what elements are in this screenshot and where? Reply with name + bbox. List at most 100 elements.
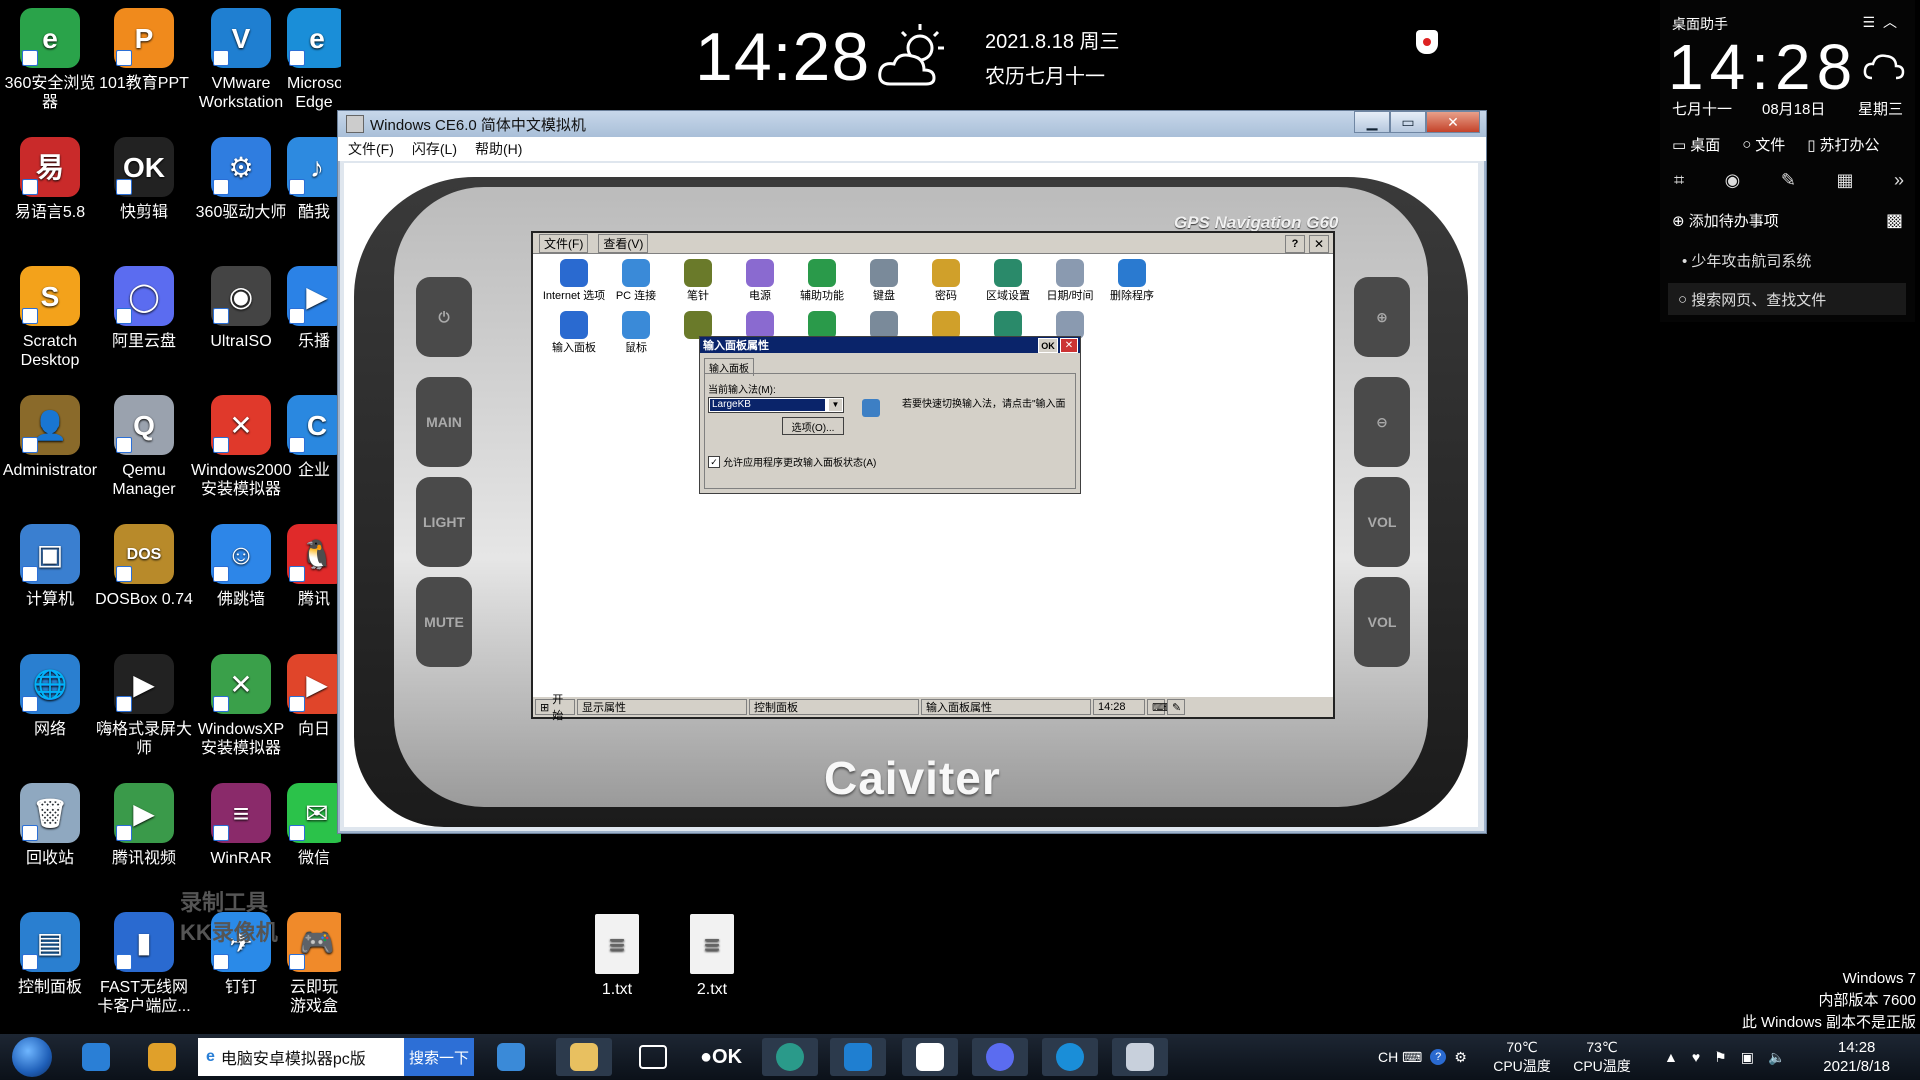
desktop-icon[interactable]: 🐧 腾讯 — [287, 520, 341, 609]
ce-menu-file[interactable]: 文件(F) — [539, 233, 589, 253]
tshirt-pin-icon[interactable] — [1416, 30, 1438, 54]
menu-help[interactable]: 帮助(H) — [475, 139, 522, 159]
ce-task-display[interactable]: 显示属性 — [577, 699, 747, 715]
eye-icon[interactable]: ◉ — [1725, 170, 1741, 191]
collapse-icon[interactable]: ︿ — [1883, 14, 1905, 30]
volume-icon[interactable]: 🔈 — [1768, 1049, 1785, 1066]
desktop-icon[interactable]: ♪ 酷我 — [287, 133, 341, 222]
desktop-icon[interactable]: ▮ FAST无线网卡客户端应... — [94, 908, 194, 1016]
desktop-icon[interactable]: ✉ 微信 — [287, 779, 341, 868]
desktop-icon[interactable]: ▶ 嗨格式录屏大师 — [94, 650, 194, 758]
desktop-icon[interactable]: ✕ Windows2000安装模拟器 — [191, 391, 292, 499]
minimize-button[interactable]: ▁ — [1354, 111, 1390, 133]
ce-close-button[interactable]: ✕ — [1309, 235, 1329, 253]
desktop-icon[interactable]: 🎮 云即玩游戏盒 — [287, 908, 341, 1016]
taskbar-explorer-icon[interactable] — [556, 1038, 612, 1076]
control-panel-item[interactable]: 辅助功能 — [789, 259, 855, 303]
control-panel-item[interactable]: 键盘 — [851, 259, 917, 303]
desktop-icon[interactable]: e Microsoft Edge — [287, 4, 341, 112]
control-panel-item[interactable]: 电源 — [727, 259, 793, 303]
taskbar-ie2-icon[interactable] — [486, 1038, 536, 1076]
taskbar-emulator-icon[interactable] — [1112, 1038, 1168, 1076]
menu-file[interactable]: 文件(F) — [348, 139, 394, 159]
desktop-icon[interactable]: S Scratch Desktop — [0, 262, 100, 370]
note-icon[interactable]: ✎ — [1781, 170, 1796, 191]
maximize-button[interactable]: ▭ — [1390, 111, 1426, 133]
keyboard-icon[interactable]: ⌨ — [1402, 1049, 1422, 1066]
desktop-icon[interactable]: e 360安全浏览器 — [0, 4, 100, 112]
emulator-titlebar[interactable]: Windows CE6.0 简体中文模拟机 — [338, 111, 1486, 137]
taskbar-search-button[interactable]: 搜索一下 — [404, 1038, 474, 1076]
desktop-icon[interactable]: C 企业 — [287, 391, 341, 480]
control-panel-item[interactable]: 删除程序 — [1099, 259, 1165, 303]
desktop-icon[interactable]: ✕ WindowsXP安装模拟器 — [191, 650, 291, 758]
settings-button[interactable]: ⊕ — [1354, 277, 1410, 357]
desktop-file-1txt[interactable]: ≡ 1.txt — [567, 910, 667, 999]
ce-menu-view[interactable]: 查看(V) — [598, 233, 649, 253]
desktop-icon[interactable]: 易易语言5.8 — [0, 133, 100, 222]
desktop-icon[interactable]: ◉ UltraISO — [191, 262, 291, 351]
taskbar-search-input[interactable]: e 电脑安卓模拟器pc版 — [198, 1038, 404, 1076]
todo-item[interactable]: • 少年攻击航司系统 — [1682, 250, 1811, 271]
control-panel-item[interactable]: Internet 选项 — [541, 259, 607, 303]
assistant-tab-files[interactable]: ○ 文件 — [1742, 134, 1785, 155]
mute-button[interactable]: MUTE — [416, 577, 472, 667]
desktop-icon[interactable]: P 101教育PPT — [94, 4, 194, 93]
control-panel-item[interactable]: 区域设置 — [975, 259, 1041, 303]
main-button[interactable]: MAIN — [416, 377, 472, 467]
ce-start-button[interactable]: ⊞ 开始 — [535, 694, 575, 722]
control-panel-item[interactable]: PC 连接 — [603, 259, 669, 303]
menu-icon[interactable]: ☰ — [1862, 14, 1883, 30]
power-button[interactable]: ⏻ — [416, 277, 472, 357]
light-button[interactable]: LIGHT — [416, 477, 472, 567]
dialog-close-button[interactable]: ✕ — [1060, 338, 1078, 353]
crop-icon[interactable]: ⌗ — [1674, 170, 1684, 191]
desktop-icon[interactable]: DOS DOSBox 0.74 — [94, 520, 194, 609]
ce-task-input-panel[interactable]: 输入面板属性 — [921, 699, 1091, 715]
vol-down-button[interactable]: VOL — [1354, 577, 1410, 667]
start-button[interactable] — [12, 1037, 52, 1077]
control-panel-item[interactable]: 鼠标 — [603, 311, 669, 355]
desktop-icon[interactable]: ≡ WinRAR — [191, 779, 291, 868]
assistant-search-input[interactable]: ○ 搜索网页、查找文件 — [1668, 283, 1906, 315]
desktop-icon[interactable]: Q Qemu Manager — [94, 391, 194, 499]
options-button[interactable]: 选项(O)... — [782, 417, 844, 435]
taskbar-aliyun-icon[interactable] — [972, 1038, 1028, 1076]
control-panel-item[interactable]: 日期/时间 — [1037, 259, 1103, 303]
desktop-icon[interactable]: OK 快剪辑 — [94, 133, 194, 222]
calculator-icon[interactable]: ▦ — [1836, 170, 1853, 191]
desktop-icon[interactable]: ▶ 腾讯视频 — [94, 779, 194, 868]
desktop-icon[interactable]: ⚙ 360驱动大师 — [191, 133, 291, 222]
control-panel-item[interactable]: 笔针 — [665, 259, 731, 303]
taskbar-recorder-icon[interactable] — [628, 1038, 678, 1076]
ce-keyboard-icon[interactable]: ⌨ — [1147, 699, 1168, 715]
qr-code-icon[interactable]: ▩ — [1886, 210, 1903, 231]
help-icon[interactable]: ? — [1430, 1049, 1447, 1065]
desktop-icon[interactable]: ▶ 乐播 — [287, 262, 341, 351]
assistant-controls[interactable]: ☰︿ — [1862, 12, 1905, 32]
ce-pen-icon[interactable]: ✎ — [1167, 699, 1185, 715]
desktop-icon[interactable]: ☺ 佛跳墙 — [191, 520, 291, 609]
taskbar-calendar-icon[interactable] — [902, 1038, 958, 1076]
tray-language[interactable]: CH — [1378, 1034, 1398, 1080]
desktop-icon[interactable]: ▣ 计算机 — [0, 520, 100, 609]
assistant-tab-desktop[interactable]: ▭ 桌面 — [1672, 134, 1720, 155]
add-todo-button[interactable]: ⊕ 添加待办事项 — [1672, 210, 1779, 231]
taskbar-app-icon[interactable] — [140, 1038, 184, 1076]
close-button[interactable]: ✕ — [1426, 111, 1480, 133]
desktop-icon[interactable]: 🗑 回收站 — [0, 779, 100, 868]
desktop-icon[interactable]: 🌐 网络 — [0, 650, 100, 739]
ce-help-button[interactable]: ? — [1285, 235, 1305, 253]
flag-icon[interactable]: ⚑ — [1714, 1049, 1727, 1066]
tshirt-icon[interactable]: ♥ — [1692, 1049, 1700, 1065]
taskbar-vmware-icon[interactable] — [830, 1038, 886, 1076]
show-hidden-icons-icon[interactable]: ▲ — [1664, 1049, 1678, 1065]
ce-task-control-panel[interactable]: 控制面板 — [749, 699, 919, 715]
control-panel-item[interactable]: 输入面板 — [541, 311, 607, 355]
desktop-file-2txt[interactable]: ≡ 2.txt — [662, 910, 762, 999]
assistant-tab-office[interactable]: ▯ 苏打办公 — [1807, 134, 1879, 155]
tray-clock[interactable]: 14:28 2021/8/18 — [1823, 1038, 1890, 1076]
vol-up-button[interactable]: VOL — [1354, 477, 1410, 567]
desktop-icon[interactable]: ▤ 控制面板 — [0, 908, 100, 997]
desktop-icon[interactable]: ◯ 阿里云盘 — [94, 262, 194, 351]
